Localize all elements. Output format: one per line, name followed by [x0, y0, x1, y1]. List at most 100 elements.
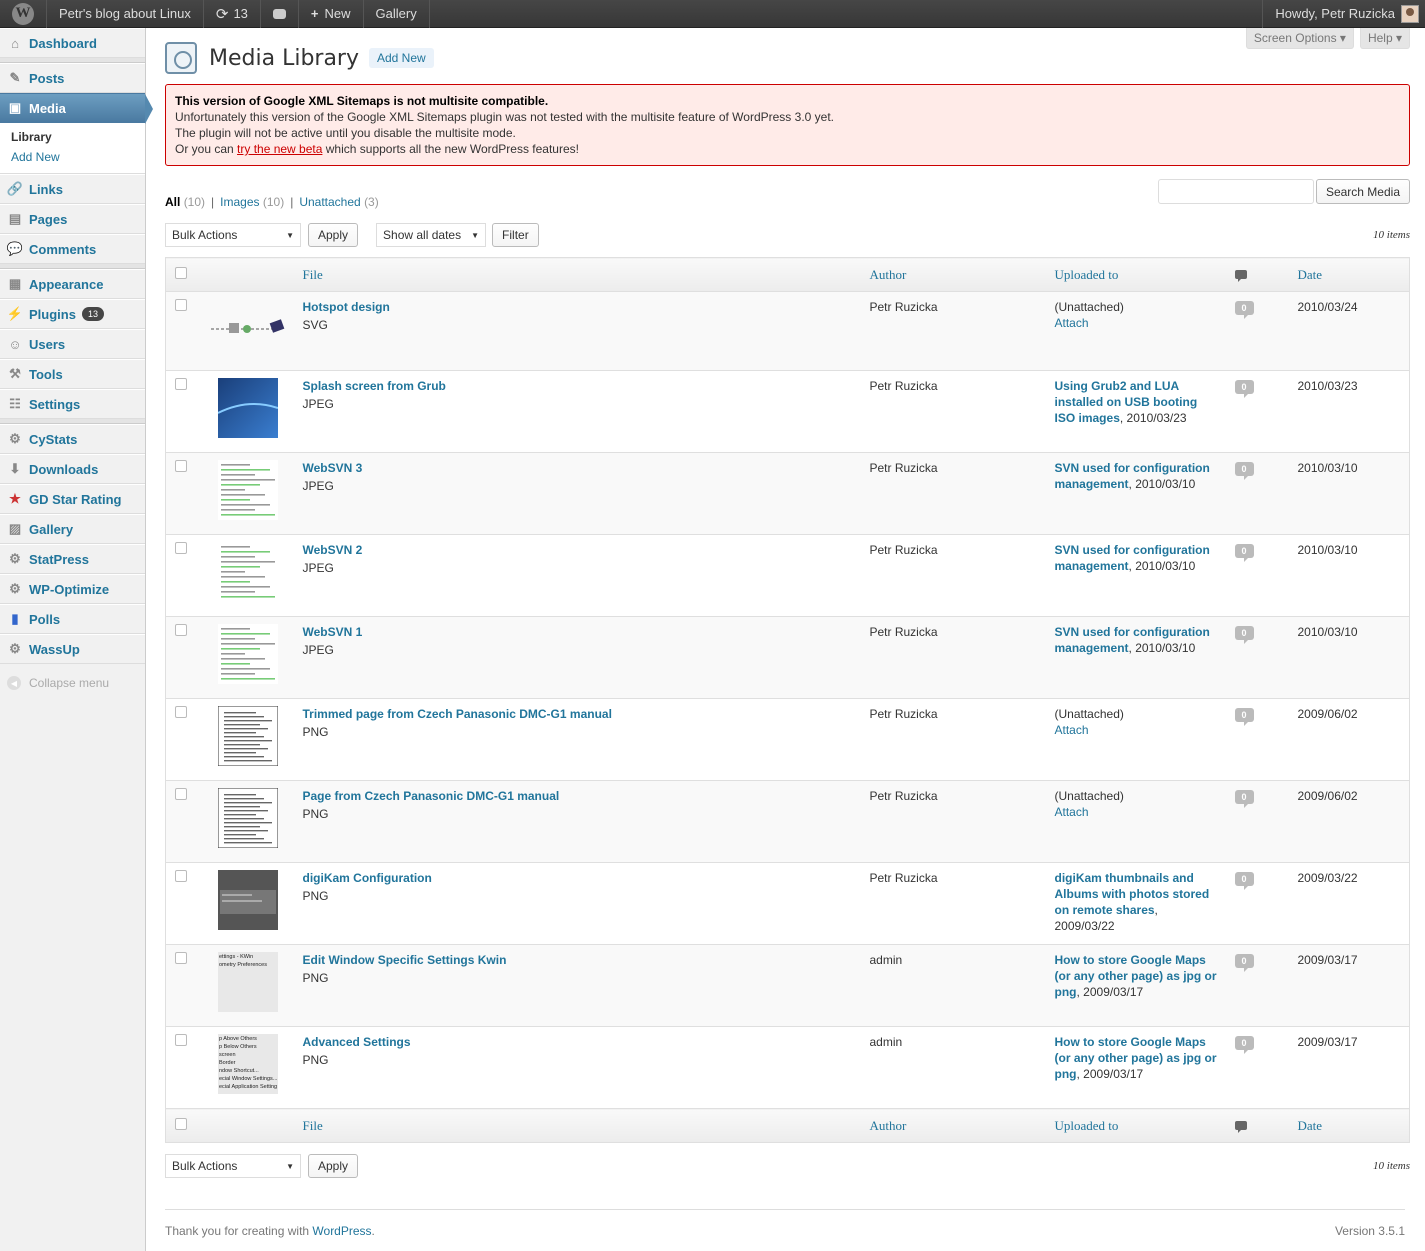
- column-date[interactable]: Date: [1290, 257, 1410, 292]
- submenu-add-new[interactable]: Add New: [0, 147, 145, 167]
- filter-unattached[interactable]: Unattached: [299, 195, 360, 209]
- comment-count-bubble[interactable]: 0: [1234, 954, 1254, 972]
- menu-posts[interactable]: ✎ Posts: [0, 63, 145, 93]
- wordpress-icon: W: [12, 2, 34, 25]
- uploaded-to-link[interactable]: digiKam thumbnails and Albums with photo…: [1055, 871, 1210, 917]
- media-title-link[interactable]: WebSVN 1: [303, 625, 363, 639]
- bulk-actions-select[interactable]: Bulk Actions ▼: [165, 1154, 301, 1178]
- menu-plugins[interactable]: ⚡ Plugins 13: [0, 299, 145, 329]
- apply-button[interactable]: Apply: [308, 1154, 359, 1178]
- bulk-actions-select[interactable]: Bulk Actions ▼: [165, 223, 301, 247]
- thumbnail-kwin-dialog[interactable]: p Above Others p Below Others screen Border…: [217, 1034, 278, 1094]
- row-checkbox[interactable]: [175, 542, 187, 554]
- site-name-link[interactable]: Petr's blog about Linux: [47, 0, 204, 28]
- updates-link[interactable]: ⟳ 13: [204, 0, 261, 28]
- comment-count-bubble[interactable]: 0: [1234, 301, 1254, 319]
- menu-tools[interactable]: ⚒ Tools: [0, 359, 145, 389]
- menu-users[interactable]: ☺ Users: [0, 329, 145, 359]
- gallery-icon: ▨: [8, 521, 22, 536]
- row-checkbox[interactable]: [175, 624, 187, 636]
- menu-links[interactable]: 🔗 Links: [0, 174, 145, 204]
- select-all-checkbox[interactable]: [175, 266, 187, 279]
- collapse-menu[interactable]: ◀ Collapse menu: [0, 664, 145, 690]
- row-checkbox[interactable]: [175, 378, 187, 390]
- comment-count-bubble[interactable]: 0: [1234, 380, 1254, 398]
- column-uploaded-to[interactable]: Uploaded to: [1047, 257, 1228, 292]
- menu-comments[interactable]: 💬 Comments: [0, 234, 145, 264]
- submenu-library[interactable]: Library: [0, 127, 145, 147]
- filter-button[interactable]: Filter: [492, 223, 539, 247]
- select-all-checkbox[interactable]: [175, 1117, 187, 1130]
- thumbnail-manual-page[interactable]: [217, 787, 278, 849]
- my-account-link[interactable]: Howdy, Petr Ruzicka: [1262, 0, 1425, 28]
- menu-gallery[interactable]: ▨ Gallery: [0, 514, 145, 544]
- wordpress-link[interactable]: WordPress: [312, 1224, 371, 1238]
- comments-link[interactable]: [261, 0, 299, 28]
- thumbnail-manual-page[interactable]: [217, 705, 278, 767]
- menu-wassup[interactable]: ⚙ WassUp: [0, 634, 145, 664]
- row-checkbox[interactable]: [175, 1034, 187, 1046]
- menu-polls[interactable]: ▮ Polls: [0, 604, 145, 634]
- thumbnail-screenshot[interactable]: [217, 870, 278, 930]
- thumbnail-websvn[interactable]: [217, 460, 278, 520]
- menu-pages[interactable]: ▤ Pages: [0, 204, 145, 234]
- media-title-link[interactable]: digiKam Configuration: [303, 871, 432, 885]
- comment-count-bubble[interactable]: 0: [1234, 790, 1254, 808]
- date-filter-select[interactable]: Show all dates ▼: [376, 223, 487, 247]
- thumbnail-hotspot-diagram[interactable]: [209, 299, 289, 359]
- comment-count-bubble[interactable]: 0: [1234, 626, 1254, 644]
- column-file[interactable]: File: [295, 257, 863, 292]
- attach-link[interactable]: Attach: [1055, 723, 1089, 737]
- row-checkbox[interactable]: [175, 706, 187, 718]
- search-input[interactable]: [1157, 179, 1314, 204]
- menu-settings[interactable]: ☷ Settings: [0, 389, 145, 419]
- attach-link[interactable]: Attach: [1055, 805, 1089, 819]
- media-title-link[interactable]: Page from Czech Panasonic DMC-G1 manual: [303, 789, 560, 803]
- menu-media[interactable]: ▣ Media: [0, 93, 153, 124]
- menu-downloads[interactable]: ⬇ Downloads: [0, 454, 145, 484]
- search-media-button[interactable]: Search Media: [1315, 179, 1410, 204]
- new-content-link[interactable]: + New: [299, 0, 364, 28]
- menu-gd-star-rating[interactable]: ★ GD Star Rating: [0, 484, 145, 514]
- media-title-link[interactable]: Edit Window Specific Settings Kwin: [303, 953, 507, 967]
- wp-logo-menu[interactable]: W: [0, 0, 47, 28]
- comment-count-bubble[interactable]: 0: [1234, 462, 1254, 480]
- media-title-link[interactable]: Advanced Settings: [303, 1035, 411, 1049]
- row-checkbox[interactable]: [175, 870, 187, 882]
- row-checkbox[interactable]: [175, 952, 187, 964]
- svg-text:screen: screen: [219, 1052, 236, 1058]
- screen-options-button[interactable]: Screen Options ▾: [1245, 28, 1354, 49]
- menu-dashboard[interactable]: ⌂ Dashboard: [0, 28, 145, 58]
- apply-button[interactable]: Apply: [308, 223, 359, 247]
- thumbnail-websvn[interactable]: [217, 542, 278, 602]
- filter-all[interactable]: All: [165, 195, 180, 209]
- media-title-link[interactable]: Hotspot design: [303, 300, 390, 314]
- thumbnail-grub-splash[interactable]: [217, 378, 278, 438]
- media-title-link[interactable]: Trimmed page from Czech Panasonic DMC-G1…: [303, 707, 612, 721]
- thumbnail-kwin-dialog[interactable]: ettings - KWin ometry Preferences: [217, 952, 278, 1012]
- menu-wp-optimize[interactable]: ⚙ WP-Optimize: [0, 574, 145, 604]
- try-beta-link[interactable]: try the new beta: [237, 142, 322, 156]
- row-checkbox[interactable]: [175, 460, 187, 472]
- media-title-link[interactable]: WebSVN 2: [303, 543, 363, 557]
- help-button[interactable]: Help ▾: [1359, 28, 1410, 49]
- menu-cystats[interactable]: ⚙ CyStats: [0, 424, 145, 454]
- comment-count-bubble[interactable]: 0: [1234, 1036, 1254, 1054]
- attach-link[interactable]: Attach: [1055, 316, 1089, 330]
- row-checkbox[interactable]: [175, 299, 187, 311]
- menu-statpress[interactable]: ⚙ StatPress: [0, 544, 145, 574]
- comment-count-bubble[interactable]: 0: [1234, 872, 1254, 890]
- media-title-link[interactable]: Splash screen from Grub: [303, 379, 446, 393]
- menu-appearance[interactable]: ▦ Appearance: [0, 269, 145, 299]
- media-title-link[interactable]: WebSVN 3: [303, 461, 363, 475]
- thumbnail-websvn[interactable]: [217, 624, 278, 684]
- column-uploaded-to[interactable]: Uploaded to: [1047, 1108, 1228, 1143]
- filter-images[interactable]: Images: [220, 195, 259, 209]
- comment-count-bubble[interactable]: 0: [1234, 544, 1254, 562]
- add-new-button[interactable]: Add New: [369, 48, 434, 68]
- column-file[interactable]: File: [295, 1108, 863, 1143]
- row-checkbox[interactable]: [175, 788, 187, 800]
- comment-count-bubble[interactable]: 0: [1234, 708, 1254, 726]
- gallery-link[interactable]: Gallery: [364, 0, 430, 28]
- column-date[interactable]: Date: [1290, 1108, 1410, 1143]
